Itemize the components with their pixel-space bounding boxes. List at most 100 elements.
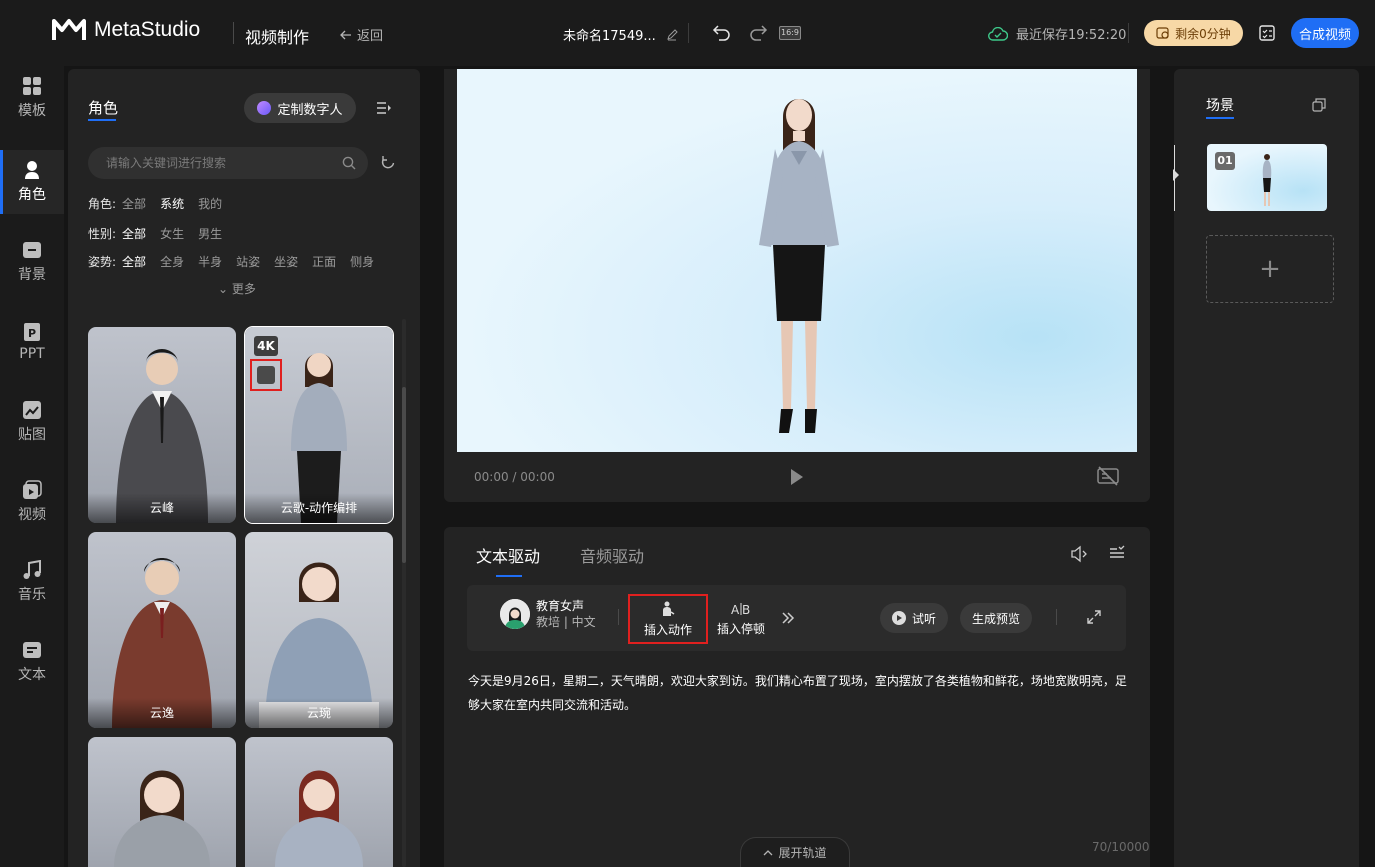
more-filters-toggle[interactable]: ⌄ 更多 — [218, 280, 256, 297]
insert-action-button[interactable]: 插入动作 — [628, 594, 708, 644]
filter-option[interactable]: 系统 — [160, 195, 184, 212]
role-panel: 角色 定制数字人 角色: 全部 系统 我的 性别: 全部 女生 男生 姿势: 全… — [68, 69, 420, 867]
document-name[interactable]: 未命名17549... — [563, 25, 678, 44]
role-card[interactable] — [88, 737, 236, 867]
filter-option[interactable]: 全身 — [160, 253, 184, 270]
rail-item-role[interactable]: 角色 — [0, 150, 64, 214]
rail-item-template[interactable]: 模板 — [0, 66, 64, 130]
rail-item-text[interactable]: 文本 — [0, 630, 64, 694]
scene-thumbnail[interactable]: 01 — [1207, 144, 1327, 211]
rail-item-label: 文本 — [18, 667, 46, 683]
add-scene-button[interactable]: + — [1206, 235, 1334, 303]
filter-option[interactable]: 坐姿 — [274, 253, 298, 270]
divider — [1056, 609, 1057, 625]
insert-pause-label: 插入停顿 — [716, 621, 765, 636]
role-icon — [25, 161, 39, 179]
tab-role[interactable]: 角色 — [88, 97, 118, 118]
filter-option[interactable]: 全部 — [122, 225, 146, 242]
chevron-down-icon: ⌄ — [218, 282, 232, 296]
chevron-right-icon[interactable] — [1172, 168, 1180, 182]
svg-text:A: A — [731, 603, 740, 616]
role-card[interactable] — [245, 737, 393, 867]
role-search-box[interactable] — [88, 147, 368, 179]
role-name: 云歌-动作编排 — [245, 493, 393, 523]
filter-option[interactable]: 全部 — [122, 253, 146, 270]
scene-number: 01 — [1215, 152, 1235, 170]
tab-scene[interactable]: 场景 — [1206, 95, 1234, 115]
template-icon — [23, 77, 41, 95]
filter-option[interactable]: 我的 — [198, 195, 222, 212]
edit-pencil-icon[interactable] — [666, 28, 678, 41]
role-card[interactable]: 云峰 — [88, 327, 236, 523]
list-menu-icon[interactable] — [376, 100, 392, 116]
voice-selector[interactable]: 教育女声 教培 | 中文 — [500, 598, 596, 630]
role-card-selected[interactable]: 4K 云歌-动作编排 — [244, 326, 394, 524]
role-list-scroll-thumb[interactable] — [402, 387, 406, 563]
aspect-ratio-button[interactable]: 16:9 — [779, 26, 801, 40]
role-card[interactable]: 云逸 — [88, 532, 236, 728]
expand-icon[interactable] — [1086, 609, 1102, 625]
tab-audio-driven[interactable]: 音频驱动 — [580, 543, 644, 567]
rail-item-music[interactable]: 音乐 — [0, 550, 64, 614]
copy-scene-icon[interactable] — [1312, 98, 1326, 112]
search-icon[interactable] — [342, 156, 356, 170]
filter-option[interactable]: 正面 — [312, 253, 336, 270]
script-text[interactable]: 今天是9月26日，星期二，天气晴朗，欢迎大家到访。我们精心布置了现场，室内摆放了… — [468, 669, 1128, 717]
background-icon — [23, 242, 41, 258]
person-action-icon — [663, 601, 675, 616]
tab-underline — [88, 119, 116, 121]
rail-item-video[interactable]: 视频 — [0, 470, 64, 534]
volume-icon[interactable] — [1070, 545, 1088, 563]
video-canvas[interactable] — [457, 69, 1137, 452]
metastudio-logo-icon — [52, 19, 86, 40]
try-listen-button[interactable]: 试听 — [880, 603, 948, 633]
task-list-icon[interactable] — [1258, 24, 1276, 42]
filter-option[interactable]: 站姿 — [236, 253, 260, 270]
brand-logo[interactable]: MetaStudio — [52, 18, 200, 42]
tab-text-driven[interactable]: 文本驱动 — [476, 543, 540, 567]
arrow-left-icon — [340, 30, 351, 39]
filter-option[interactable]: 全部 — [122, 195, 146, 212]
expand-track-button[interactable]: 展开轨道 — [740, 837, 850, 867]
list-settings-icon[interactable] — [1109, 545, 1125, 561]
rail-item-background[interactable]: 背景 — [0, 230, 64, 294]
role-card[interactable]: 云琬 — [245, 532, 393, 728]
insert-pause-button[interactable]: AB 插入停顿 — [713, 596, 769, 642]
rail-item-ppt[interactable]: P PPT — [0, 310, 64, 374]
remaining-minutes-button[interactable]: 剩余0分钟 — [1144, 20, 1243, 46]
remaining-minutes-label: 剩余0分钟 — [1175, 26, 1231, 41]
filter-option[interactable]: 侧身 — [350, 253, 374, 270]
role-search-input[interactable] — [106, 156, 342, 170]
filter-option[interactable]: 半身 — [198, 253, 222, 270]
double-chevron-right-icon[interactable] — [781, 611, 795, 625]
voice-avatar — [500, 599, 530, 629]
4k-badge: 4K — [254, 336, 278, 356]
undo-icon[interactable] — [712, 22, 732, 42]
rail-item-label: 背景 — [18, 267, 46, 283]
redo-icon[interactable] — [748, 22, 768, 42]
svg-text:B: B — [742, 603, 750, 616]
custom-digital-human-button[interactable]: 定制数字人 — [244, 93, 356, 123]
generate-preview-button[interactable]: 生成预览 — [960, 603, 1032, 633]
rail-item-sticker[interactable]: 贴图 — [0, 390, 64, 454]
script-toolbar: 教育女声 教培 | 中文 插入动作 AB 插入停顿 试听 生成预览 — [467, 585, 1126, 651]
compose-video-button[interactable]: 合成视频 — [1291, 18, 1359, 48]
svg-text:P: P — [28, 327, 36, 340]
custom-digital-human-label: 定制数字人 — [277, 102, 343, 118]
clock-card-icon — [1156, 27, 1169, 39]
voice-name: 教育女声 — [536, 599, 585, 613]
play-icon[interactable] — [790, 468, 804, 486]
back-button[interactable]: 返回 — [340, 25, 383, 44]
save-status: 最近保存19:52:20 — [988, 24, 1126, 43]
script-editor: 文本驱动 音频驱动 教育女声 教培 | 中文 插入动作 AB 插入停顿 试听 生 — [444, 527, 1150, 867]
filter-option[interactable]: 女生 — [160, 225, 184, 242]
filter-label: 角色: — [88, 197, 117, 211]
refresh-icon[interactable] — [380, 155, 396, 171]
filter-option[interactable]: 男生 — [198, 225, 222, 242]
ppt-icon: P — [24, 323, 40, 341]
action-orchestration-badge[interactable] — [250, 359, 282, 391]
subtitle-off-icon[interactable] — [1096, 465, 1120, 487]
save-status-text: 最近保存19:52:20 — [1016, 28, 1127, 43]
rail-item-label: 贴图 — [18, 427, 46, 443]
filter-pose-row: 姿势: 全部 全身 半身 站姿 坐姿 正面 侧身 — [88, 253, 374, 270]
